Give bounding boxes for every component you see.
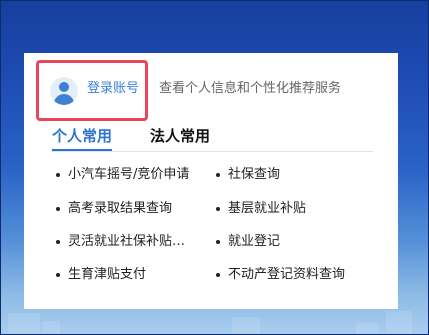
service-item-social-security-query[interactable]: 社保查询 [216, 167, 280, 183]
avatar-head [59, 82, 69, 92]
service-item-label: 基层就业补贴 [228, 201, 307, 216]
service-item-label: 高考录取结果查询 [68, 201, 173, 216]
user-avatar-icon[interactable] [50, 77, 78, 105]
login-account-link[interactable]: 登录账号 [87, 81, 139, 97]
background-building [356, 323, 378, 335]
bullet-icon [56, 207, 60, 211]
background-building [42, 321, 60, 335]
service-item-label: 小汽车摇号/竞价申请 [68, 167, 190, 182]
tab-personal[interactable]: 个人常用 [52, 127, 113, 151]
background-building [232, 317, 260, 335]
service-item-car-lottery[interactable]: 小汽车摇号/竞价申请 [56, 167, 189, 183]
service-item-label: 灵活就业社保补贴… [68, 234, 186, 249]
background-building [386, 311, 412, 335]
service-item-grassroots-subsidy[interactable]: 基层就业补贴 [216, 201, 306, 217]
service-item-label: 社保查询 [228, 167, 281, 182]
tab-legal-entity[interactable]: 法人常用 [150, 127, 210, 145]
bullet-icon [216, 240, 220, 244]
bullet-icon [216, 173, 220, 177]
background-building [8, 313, 40, 335]
bullet-icon [216, 273, 220, 277]
service-item-employment-registration[interactable]: 就业登记 [216, 234, 280, 250]
service-item-maternity-allowance[interactable]: 生育津贴支付 [56, 267, 146, 283]
service-item-flexible-employment-subsidy[interactable]: 灵活就业社保补贴… [56, 234, 185, 250]
service-item-property-records-query[interactable]: 不动产登记资料查询 [216, 267, 345, 283]
bullet-icon [56, 273, 60, 277]
service-item-label: 生育津贴支付 [68, 267, 147, 282]
services-card: 登录账号 查看个人信息和个性化推荐服务 个人常用 法人常用 小汽车摇号/竞价申请… [24, 53, 398, 309]
service-tabs: 个人常用 法人常用 [52, 127, 373, 152]
bullet-icon [56, 173, 60, 177]
service-item-label: 就业登记 [228, 234, 281, 249]
service-item-gaokao-results[interactable]: 高考录取结果查询 [56, 201, 172, 217]
bullet-icon [56, 240, 60, 244]
avatar-body [54, 94, 74, 105]
service-item-label: 不动产登记资料查询 [228, 267, 346, 282]
login-description: 查看个人信息和个性化推荐服务 [159, 81, 342, 96]
bullet-icon [216, 207, 220, 211]
